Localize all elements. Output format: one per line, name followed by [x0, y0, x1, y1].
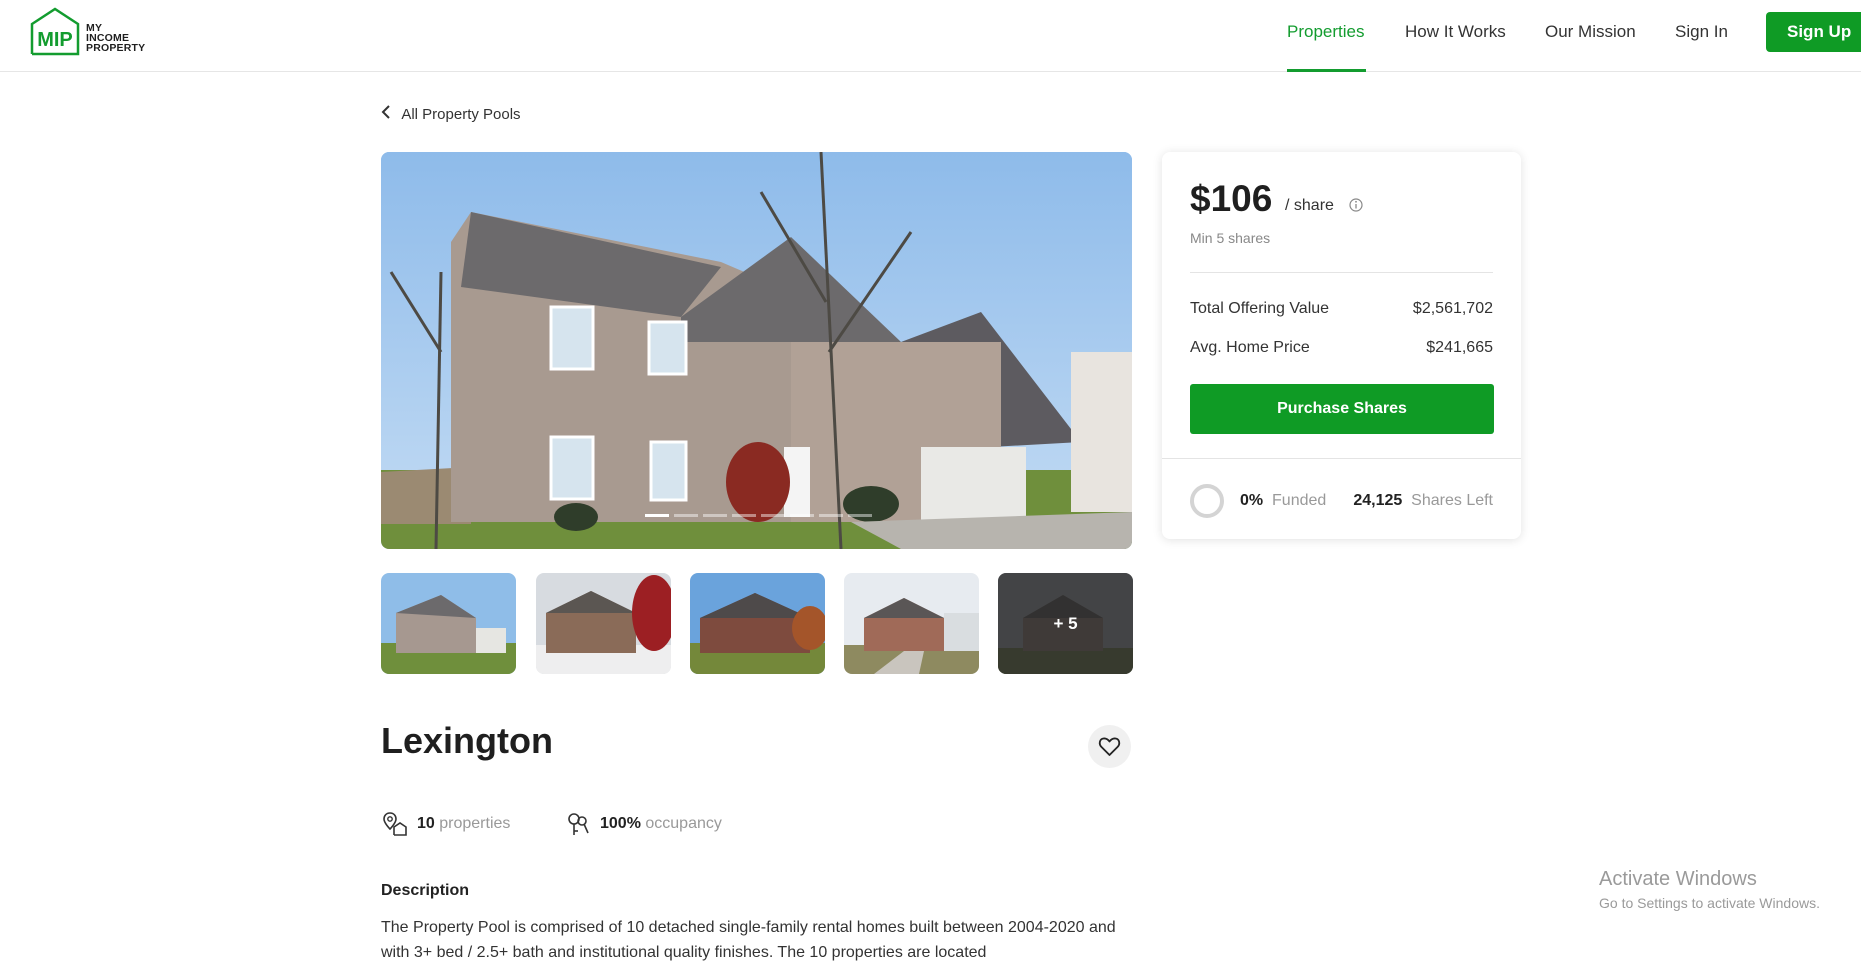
- per-share-label: / share: [1285, 197, 1334, 214]
- properties-count: 10: [417, 815, 435, 832]
- thumbnail-4[interactable]: [844, 573, 979, 674]
- avg-home-price-label: Avg. Home Price: [1190, 339, 1310, 356]
- main-property-photo[interactable]: [381, 152, 1132, 549]
- back-link-label: All Property Pools: [401, 106, 521, 123]
- total-offering-value: $2,561,702: [1412, 300, 1493, 317]
- logo[interactable]: MIP MY INCOME PROPERTY: [28, 6, 153, 58]
- shares-left-label: Shares Left: [1411, 492, 1493, 509]
- heart-icon: [1098, 737, 1121, 756]
- nav-active-underline: [1287, 69, 1366, 72]
- logo-line: PROPERTY: [86, 42, 146, 54]
- activate-windows-watermark: Activate Windows Go to Settings to activ…: [1599, 868, 1820, 911]
- more-photos-label: + 5: [998, 573, 1133, 674]
- watermark-subtitle: Go to Settings to activate Windows.: [1599, 895, 1820, 911]
- thumbnail-3[interactable]: [690, 573, 825, 674]
- occupancy-value: 100%: [600, 815, 641, 832]
- logo-mark: MIP: [37, 29, 73, 51]
- offer-card: $106 / share Min 5 shares Total Offering…: [1162, 152, 1521, 539]
- thumbnail-2[interactable]: [536, 573, 671, 674]
- card-divider: [1190, 272, 1493, 273]
- info-icon[interactable]: [1348, 197, 1364, 213]
- nav-our-mission[interactable]: Our Mission: [1545, 22, 1636, 42]
- watermark-title: Activate Windows: [1599, 868, 1757, 890]
- occupancy-label: occupancy: [645, 815, 722, 832]
- property-title: Lexington: [381, 720, 553, 761]
- nav-sign-in[interactable]: Sign In: [1675, 22, 1728, 42]
- funded-progress-ring: [1190, 484, 1224, 518]
- avg-home-price-value: $241,665: [1426, 339, 1493, 356]
- occupancy-stat: 100% occupancy: [600, 815, 722, 833]
- description-text: The Property Pool is comprised of 10 det…: [381, 919, 1116, 961]
- thumbnail-1[interactable]: [381, 573, 516, 674]
- logo-wordmark: MY INCOME PROPERTY: [86, 23, 146, 54]
- favorite-button[interactable]: [1088, 725, 1131, 768]
- top-header: MIP MY INCOME PROPERTY Properties How It…: [0, 0, 1861, 72]
- description-heading: Description: [381, 882, 470, 899]
- house-photo: [536, 573, 671, 674]
- chevron-left-icon: [380, 103, 398, 124]
- thumbnail-more[interactable]: + 5: [998, 573, 1133, 674]
- house-photo: [381, 152, 1132, 549]
- shares-left-value: 24,125: [1353, 492, 1403, 509]
- properties-stat: 10 properties: [417, 815, 510, 833]
- map-pin-house-icon: [383, 812, 407, 836]
- nav-properties[interactable]: Properties: [1287, 22, 1364, 42]
- logo-house-icon: MIP: [30, 7, 80, 56]
- keys-icon: [568, 813, 589, 835]
- house-photo: [381, 573, 516, 674]
- nav-how-it-works[interactable]: How It Works: [1405, 22, 1506, 42]
- house-photo: [690, 573, 825, 674]
- total-offering-label: Total Offering Value: [1190, 300, 1330, 317]
- back-link[interactable]: All Property Pools: [380, 103, 521, 124]
- funded-percent: 0%: [1240, 492, 1264, 509]
- share-price: $106: [1190, 178, 1273, 219]
- min-shares-label: Min 5 shares: [1190, 230, 1271, 246]
- sign-up-button[interactable]: Sign Up: [1766, 12, 1861, 52]
- house-photo: [844, 573, 979, 674]
- funded-label: Funded: [1272, 492, 1327, 509]
- purchase-shares-button[interactable]: Purchase Shares: [1190, 384, 1494, 434]
- card-divider: [1162, 458, 1521, 459]
- properties-label: properties: [439, 815, 511, 832]
- shares-left-stat: 24,125 Shares Left: [1353, 492, 1493, 510]
- funded-stat: 0% Funded: [1240, 492, 1326, 510]
